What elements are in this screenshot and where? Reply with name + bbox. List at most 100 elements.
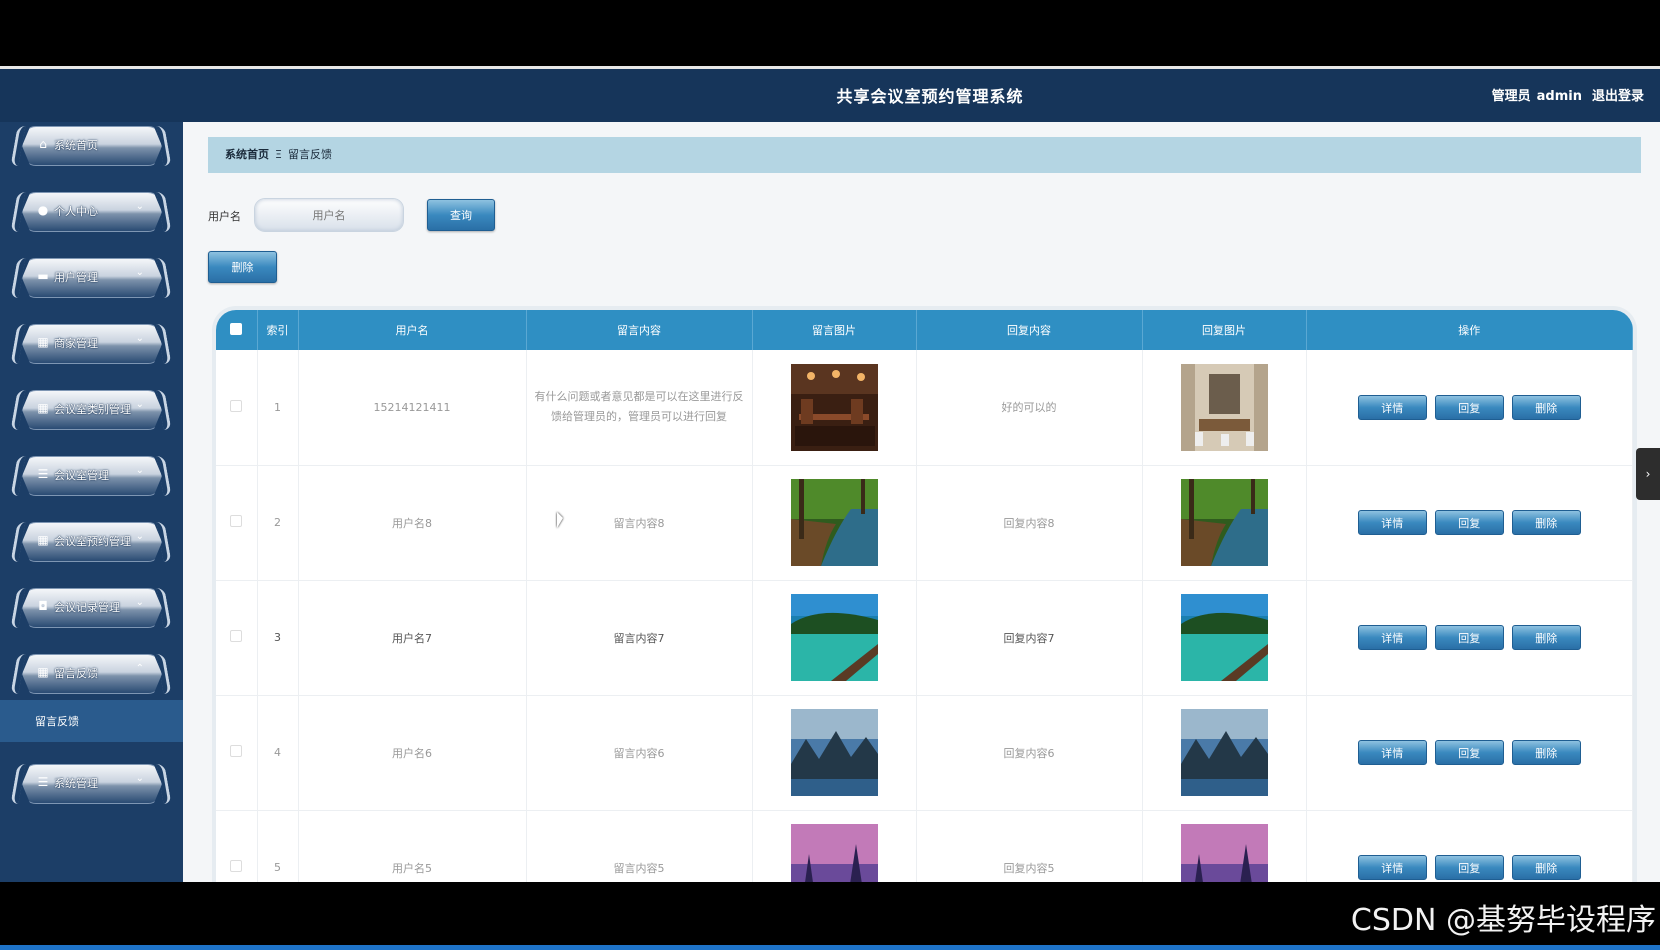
row-checkbox[interactable] — [230, 860, 243, 872]
purple-forest-image — [790, 824, 878, 882]
chevron-down-icon: ⌄ — [135, 597, 144, 608]
chevron-down-icon: ⌄ — [135, 531, 144, 542]
user-role: 管理员 — [1491, 89, 1531, 104]
monitor-icon: ▬ — [37, 269, 49, 283]
row-select-cell[interactable] — [216, 580, 258, 696]
row-checkbox[interactable] — [230, 745, 243, 757]
reply-image-cell — [1142, 350, 1307, 466]
select-all-checkbox[interactable] — [230, 322, 243, 335]
sidebar-item-room-management[interactable]: ☰ 会议室管理 ⌄ — [10, 452, 172, 500]
breadcrumb-home[interactable]: 系统首页 — [225, 148, 269, 161]
detail-button[interactable]: 详情 — [1357, 625, 1427, 650]
person-icon: ● — [37, 203, 49, 217]
user-area: 管理员 admin 退出登录 — [1486, 85, 1644, 104]
detail-button[interactable]: 详情 — [1357, 740, 1427, 765]
row-select-cell[interactable] — [216, 350, 258, 466]
column-header: 用户名 — [298, 310, 527, 350]
home-icon: ⌂ — [39, 137, 47, 151]
reply-cell: 回复内容7 — [916, 580, 1143, 696]
content-text: 有什么问题或者意见都是可以在这里进行反馈给管理员的，管理员可以进行回复 — [534, 390, 744, 424]
sidebar-item-reservation-management[interactable]: ▦ 会议室预约管理 ⌄ — [10, 518, 172, 566]
table-row: 2 用户名8 留言内容8 回复内容8 详情 回复 删除 — [216, 465, 1633, 581]
search-button[interactable]: 查询 — [427, 199, 495, 231]
detail-button[interactable]: 详情 — [1357, 394, 1427, 420]
select-all-header[interactable] — [216, 310, 258, 350]
breadcrumb: 系统首页 Ξ 留言反馈 — [208, 137, 1641, 173]
username-cell: 用户名7 — [298, 580, 527, 696]
detail-button[interactable]: 详情 — [1357, 510, 1427, 535]
sidebar: ⌂ 系统首页 ● 个人中心 ⌄ ▬ 用户管理 ⌄ ▦ 商家管理 ⌄ ▦ 会议室类… — [0, 122, 183, 882]
app-title: 共享会议室预约管理系统 — [836, 87, 1024, 106]
delete-button[interactable]: 删除 — [1511, 855, 1581, 880]
chevron-down-icon: ⌄ — [135, 267, 144, 278]
sidebar-item-label: 会议室管理 — [54, 469, 109, 482]
reply-image-cell — [1142, 695, 1307, 811]
sidebar-item-home[interactable]: ⌂ 系统首页 — [10, 122, 172, 170]
sidebar-item-meeting-records[interactable]: ◘ 会议记录管理 ⌄ — [10, 584, 172, 632]
restaurant-image — [790, 363, 878, 451]
sidebar-item-room-category-management[interactable]: ▦ 会议室类别管理 ⌄ — [10, 386, 172, 434]
logout-link[interactable]: 退出登录 — [1592, 89, 1644, 104]
content-cell: 留言内容6 — [526, 695, 753, 811]
index-cell: 3 — [257, 580, 299, 696]
reply-button[interactable]: 回复 — [1434, 855, 1504, 880]
forest-river-image — [1180, 479, 1268, 566]
reply-image-cell — [1142, 580, 1307, 696]
actions-cell: 详情 回复 删除 — [1306, 350, 1633, 466]
chevron-down-icon: ⌄ — [135, 333, 144, 344]
reply-button[interactable]: 回复 — [1434, 510, 1504, 535]
row-select-cell[interactable] — [216, 695, 258, 811]
delete-button[interactable]: 删除 — [1511, 625, 1581, 650]
table-row: 1 15214121411 有什么问题或者意见都是可以在这里进行反馈给管理员的，… — [216, 350, 1633, 466]
column-header: 留言内容 — [526, 310, 753, 350]
chevron-down-icon: ⌄ — [135, 399, 144, 410]
image-cell — [752, 580, 917, 696]
username-cell: 用户名8 — [298, 465, 527, 581]
chevron-down-icon: ⌄ — [135, 201, 144, 212]
purple-forest-image — [1180, 824, 1268, 882]
sidebar-item-label: 会议室预约管理 — [54, 535, 131, 548]
grid-icon: ▦ — [37, 665, 49, 679]
sidebar-item-personal-center[interactable]: ● 个人中心 ⌄ — [10, 188, 172, 236]
sidebar-subitem-feedback[interactable]: 留言反馈 — [0, 700, 183, 742]
reply-button[interactable]: 回复 — [1434, 740, 1504, 765]
index-cell: 5 — [257, 810, 299, 882]
index-cell: 2 — [257, 465, 299, 581]
reply-cell: 回复内容8 — [916, 465, 1143, 581]
mouse-cursor-icon — [557, 512, 563, 528]
pier-lake-image — [1180, 594, 1268, 681]
sidebar-item-label: 系统管理 — [54, 777, 98, 790]
row-checkbox[interactable] — [230, 630, 243, 642]
content-cell: 有什么问题或者意见都是可以在这里进行反馈给管理员的，管理员可以进行回复 — [526, 350, 753, 466]
delete-button[interactable]: 删除 — [1511, 510, 1581, 535]
column-header: 操作 — [1306, 310, 1633, 350]
feedback-table: 索引 用户名 留言内容 留言图片 回复内容 回复图片 操作 1 15214121… — [216, 310, 1633, 882]
sidebar-item-feedback[interactable]: ▦ 留言反馈 ⌃ — [10, 650, 172, 698]
reply-button[interactable]: 回复 — [1434, 394, 1504, 420]
actions-cell: 详情 回复 删除 — [1306, 465, 1633, 581]
reply-button[interactable]: 回复 — [1434, 625, 1504, 650]
delete-button[interactable]: 删除 — [1511, 740, 1581, 765]
row-select-cell[interactable] — [216, 465, 258, 581]
sidebar-item-merchant-management[interactable]: ▦ 商家管理 ⌄ — [10, 320, 172, 368]
list-icon: ☰ — [37, 775, 49, 789]
bulk-delete-button[interactable]: 删除 — [208, 251, 277, 283]
table-header-row: 索引 用户名 留言内容 留言图片 回复内容 回复图片 操作 — [216, 310, 1633, 350]
main-content: 系统首页 Ξ 留言反馈 用户名 查询 删除 索引 用户名 留言内容 留言图片 回复内… — [183, 122, 1660, 882]
row-select-cell[interactable] — [216, 810, 258, 882]
mountain-lake-image — [1180, 709, 1268, 796]
column-header: 回复内容 — [916, 310, 1143, 350]
actions-cell: 详情 回复 删除 — [1306, 810, 1633, 882]
sidebar-item-system-management[interactable]: ☰ 系统管理 ⌄ — [10, 760, 172, 808]
row-checkbox[interactable] — [230, 515, 243, 527]
watermark: CSDN @基努毕设程序 — [1350, 903, 1656, 938]
delete-button[interactable]: 删除 — [1511, 394, 1581, 420]
detail-button[interactable]: 详情 — [1357, 855, 1427, 880]
chevron-right-icon[interactable]: › — [1636, 448, 1660, 500]
screen-top-black — [0, 0, 1660, 66]
username-search-input[interactable] — [255, 199, 403, 231]
index-cell: 1 — [257, 350, 299, 466]
sidebar-item-user-management[interactable]: ▬ 用户管理 ⌄ — [10, 254, 172, 302]
briefcase-icon: ◘ — [38, 599, 48, 613]
row-checkbox[interactable] — [230, 399, 243, 412]
